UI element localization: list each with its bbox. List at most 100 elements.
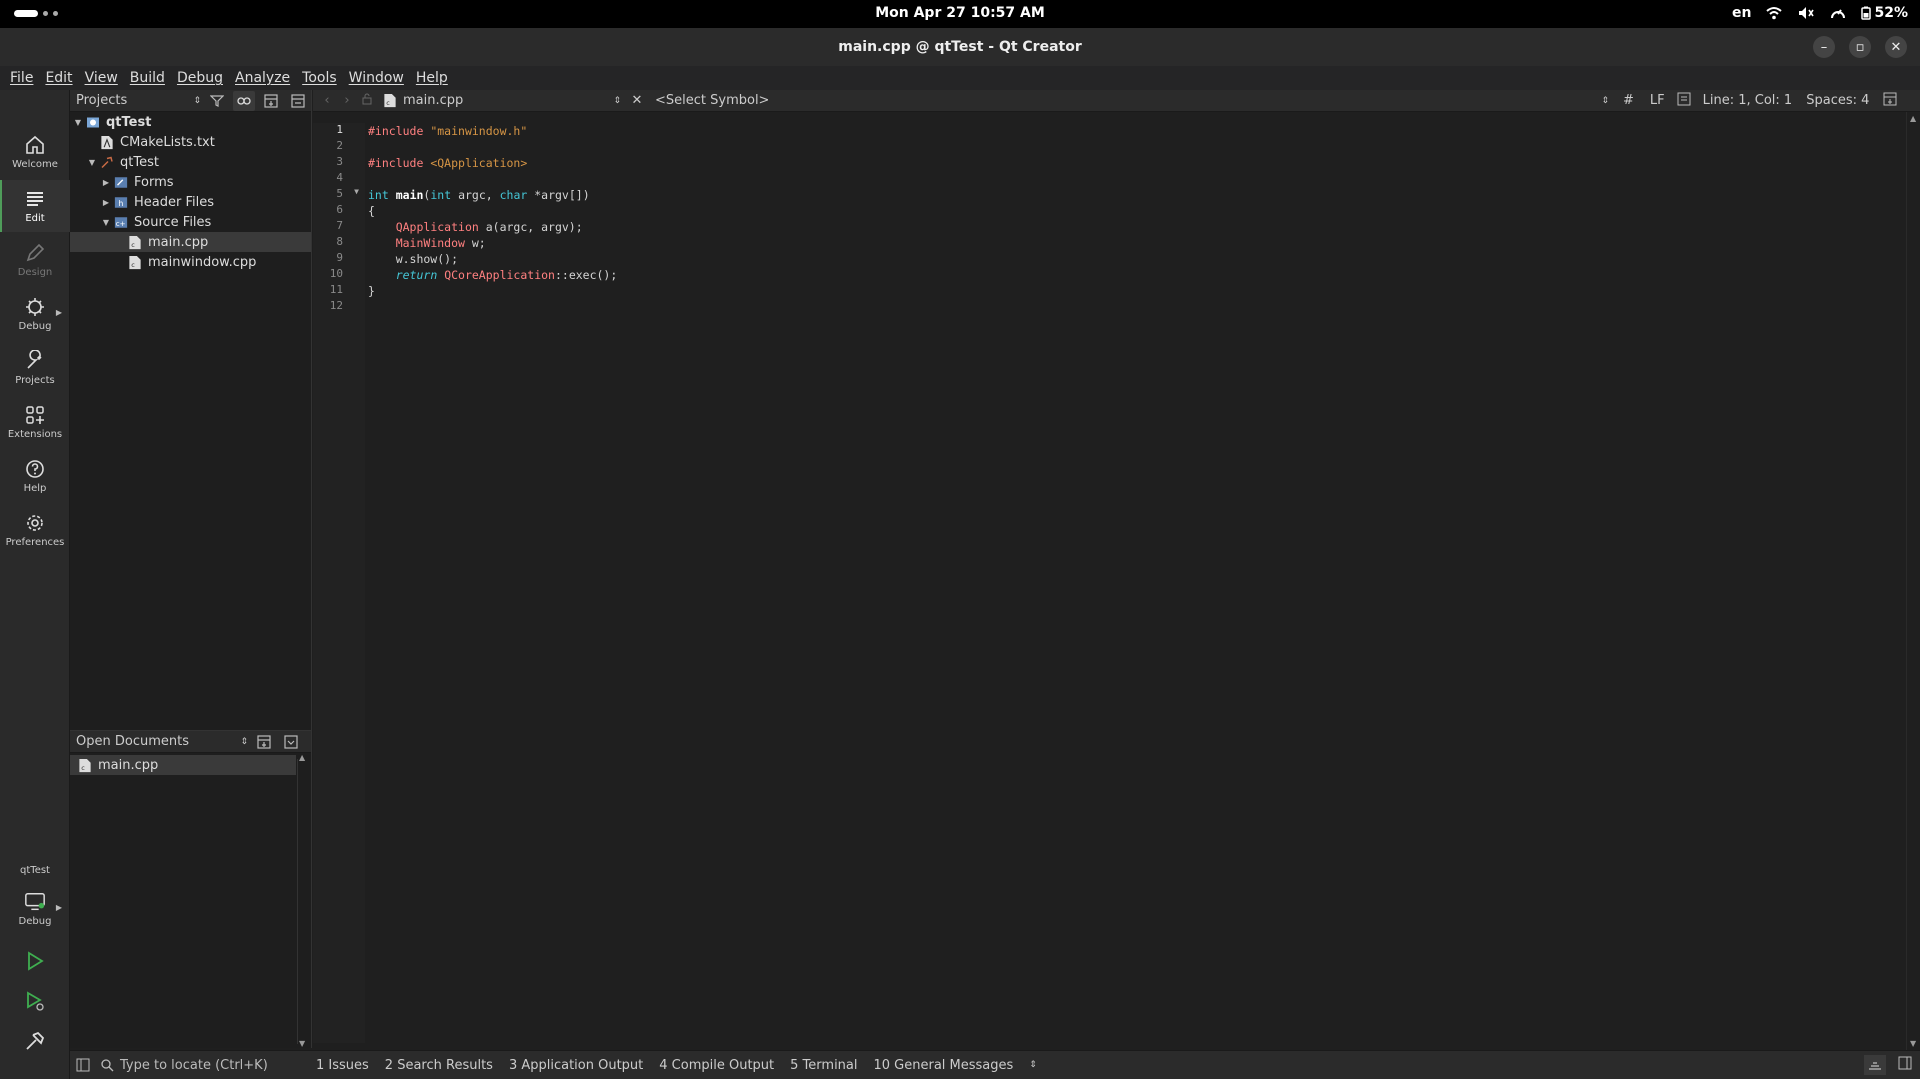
mode-label: Preferences: [5, 537, 65, 548]
keyboard-language[interactable]: en: [1732, 5, 1751, 21]
tree-item-header-files[interactable]: ▶ h Header Files: [70, 192, 311, 212]
tab-application-output[interactable]: 3 Application Output: [509, 1058, 643, 1073]
menu-help[interactable]: Help: [410, 70, 454, 86]
locator-placeholder: Type to locate (Ctrl+K): [120, 1057, 268, 1073]
menu-debug[interactable]: Debug: [171, 70, 229, 86]
forward-icon[interactable]: ›: [337, 93, 357, 108]
menu-file[interactable]: File: [4, 70, 39, 86]
clock[interactable]: Mon Apr 27 10:57 AM: [0, 5, 1920, 21]
window-title-bar[interactable]: main.cpp @ qtTest - Qt Creator – ▫ ✕: [0, 28, 1920, 66]
tree-item-forms[interactable]: ▶ Forms: [70, 172, 311, 192]
debug-run-button[interactable]: [0, 982, 70, 1022]
kit-selector[interactable]: Debug ▶: [0, 883, 70, 935]
close-pane-icon[interactable]: [280, 732, 302, 752]
scroll-down-icon[interactable]: ▼: [1910, 1039, 1916, 1048]
menu-build[interactable]: Build: [124, 70, 171, 86]
open-documents-scrollbar[interactable]: ▲ ▼: [297, 753, 307, 1048]
mode-help[interactable]: Help: [0, 450, 70, 502]
menu-tools[interactable]: Tools: [296, 70, 343, 86]
link-with-editor-icon[interactable]: [233, 90, 255, 111]
tab-terminal[interactable]: 5 Terminal: [790, 1058, 857, 1073]
menu-view[interactable]: View: [79, 70, 124, 86]
tab-compile-output[interactable]: 4 Compile Output: [659, 1058, 774, 1073]
split-icon[interactable]: [260, 91, 282, 111]
tree-item-cmakelists[interactable]: CMakeLists.txt: [70, 132, 311, 152]
maximize-button[interactable]: ▫: [1849, 36, 1871, 58]
collapsed-arrow-icon[interactable]: ▶: [100, 178, 112, 187]
open-documents-title: Open Documents: [76, 734, 189, 749]
run-button[interactable]: [0, 942, 70, 982]
cursor-position[interactable]: Line: 1, Col: 1: [1703, 93, 1793, 108]
home-icon: [26, 135, 44, 154]
tree-item-mainwindow-cpp[interactable]: c mainwindow.cpp: [70, 252, 311, 272]
tree-item-main-cpp[interactable]: c main.cpp: [70, 232, 311, 252]
view-selector[interactable]: Projects ⇕: [76, 93, 201, 108]
gear-icon: [27, 515, 43, 531]
tab-general-messages[interactable]: 10 General Messages: [874, 1058, 1014, 1073]
fold-arrow-icon[interactable]: ▼: [354, 187, 359, 196]
mode-debug[interactable]: Debug ▶: [0, 288, 70, 340]
cpp-file-icon: c: [129, 235, 141, 249]
progress-details-icon[interactable]: [1864, 1055, 1886, 1075]
code-line: MainWindow w;: [395, 236, 486, 250]
tree-item-label: main.cpp: [148, 234, 209, 250]
line-ending-selector[interactable]: LF: [1650, 93, 1665, 108]
line-number: 12: [329, 299, 343, 312]
mode-edit[interactable]: Edit: [0, 180, 70, 232]
minimize-button[interactable]: –: [1813, 36, 1835, 58]
open-document-item[interactable]: c main.cpp: [70, 755, 296, 775]
encoding-icon[interactable]: [1677, 92, 1691, 110]
locator-input[interactable]: Type to locate (Ctrl+K): [100, 1055, 300, 1075]
code-line: int main(int argc, char *argv[]): [368, 188, 590, 202]
tree-item-source-files[interactable]: ▼ c+ Source Files: [70, 212, 311, 232]
code-editor[interactable]: #include "mainwindow.h" #include <QAppli…: [368, 123, 1898, 1043]
build-button[interactable]: [0, 1022, 70, 1062]
system-tray[interactable]: en 52%: [1732, 5, 1908, 21]
tree-item-target[interactable]: ▼ qtTest: [70, 152, 311, 172]
line-marker-button[interactable]: #: [1623, 93, 1634, 108]
tree-item-label: qtTest: [120, 154, 159, 170]
mode-extensions[interactable]: Extensions: [0, 396, 70, 448]
split-icon[interactable]: [253, 732, 275, 752]
expanded-arrow-icon[interactable]: ▼: [72, 118, 84, 127]
mode-projects[interactable]: Projects: [0, 342, 70, 394]
expanded-arrow-icon[interactable]: ▼: [100, 218, 112, 227]
close-pane-icon[interactable]: [287, 91, 309, 111]
close-document-icon[interactable]: ✕: [625, 93, 649, 108]
line-number: 1: [336, 123, 343, 136]
scroll-down-icon[interactable]: ▼: [299, 1039, 305, 1048]
tab-issues[interactable]: 1 Issues: [316, 1058, 369, 1073]
open-documents-selector[interactable]: Open Documents ⇕: [76, 734, 248, 749]
lock-icon[interactable]: [357, 93, 377, 109]
forms-folder-icon: [114, 176, 128, 188]
open-document-label: main.cpp: [98, 757, 159, 773]
filter-icon[interactable]: [206, 91, 228, 111]
line-number-text: 5: [336, 187, 343, 200]
menu-edit[interactable]: Edit: [39, 70, 78, 86]
scroll-up-icon[interactable]: ▲: [1910, 114, 1916, 123]
mode-design[interactable]: Design: [0, 234, 70, 286]
toggle-right-sidebar-icon[interactable]: [1898, 1056, 1912, 1074]
editor-scrollbar[interactable]: ▲ ▼: [1906, 112, 1920, 1050]
menu-analyze[interactable]: Analyze: [229, 70, 296, 86]
scroll-up-icon[interactable]: ▲: [299, 753, 305, 762]
symbol-selector[interactable]: <Select Symbol> ⇕: [649, 93, 1609, 108]
tab-search-results[interactable]: 2 Search Results: [385, 1058, 493, 1073]
hammer-icon: [26, 1031, 45, 1050]
submenu-arrow-icon: ▶: [55, 308, 62, 317]
indentation-setting[interactable]: Spaces: 4: [1806, 93, 1869, 108]
mode-preferences[interactable]: Preferences: [0, 504, 70, 556]
more-tabs-icon[interactable]: ⇕: [1029, 1060, 1037, 1070]
tree-item-project[interactable]: ▼ qtTest: [70, 112, 311, 132]
toggle-sidebar-icon[interactable]: [70, 1058, 96, 1072]
mode-welcome[interactable]: Welcome: [0, 126, 70, 178]
line-number: 11: [329, 283, 343, 296]
expanded-arrow-icon[interactable]: ▼: [86, 158, 98, 167]
menu-window[interactable]: Window: [343, 70, 410, 86]
collapsed-arrow-icon[interactable]: ▶: [100, 198, 112, 207]
document-selector[interactable]: c main.cpp ⇕: [381, 93, 621, 108]
back-icon[interactable]: ‹: [317, 93, 337, 108]
split-editor-icon[interactable]: [1883, 92, 1897, 110]
close-button[interactable]: ✕: [1885, 36, 1907, 58]
